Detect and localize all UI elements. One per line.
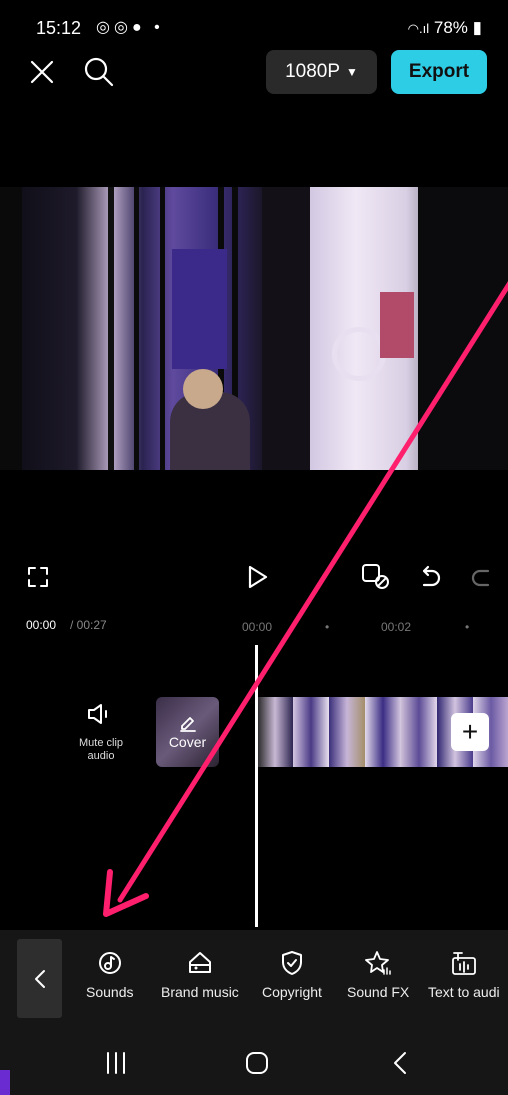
notification-icons: ◎◎● • — [96, 17, 164, 37]
redo-icon[interactable] — [468, 565, 494, 589]
total-time: / 00:27 — [70, 618, 107, 632]
play-icon[interactable] — [246, 564, 270, 590]
fullscreen-icon[interactable] — [27, 566, 49, 588]
corner-accent — [0, 1070, 10, 1095]
tool-sound-fx[interactable]: Sound FX — [347, 950, 409, 1000]
instagram-icon: ◎ — [113, 19, 132, 36]
cover-button[interactable]: Cover — [156, 697, 219, 767]
status-dot: • — [154, 19, 164, 36]
tool-brand-music[interactable]: Brand music — [161, 950, 239, 1000]
timeline-tick: 00:02 — [381, 620, 412, 634]
tool-text-to-audio[interactable]: Text to audi — [428, 950, 500, 1000]
close-icon[interactable] — [28, 58, 56, 86]
sound-fx-icon — [365, 951, 391, 975]
timeline-tick: 00:00 — [242, 620, 273, 634]
wifi-icon: ◠.ıl — [407, 21, 430, 36]
home-icon[interactable] — [244, 1050, 270, 1076]
facebook-icon: ● — [131, 19, 146, 36]
current-time: 00:00 — [26, 618, 57, 632]
nav-back-icon[interactable] — [390, 1050, 410, 1076]
battery-icon: ▮ — [472, 18, 482, 37]
export-button[interactable]: Export — [391, 50, 487, 94]
chevron-left-icon — [34, 969, 45, 988]
playhead[interactable] — [255, 645, 258, 927]
timeline[interactable] — [0, 612, 508, 930]
brand-music-icon — [188, 952, 211, 973]
timeline-tick: • — [465, 620, 470, 634]
tool-label: Copyright — [262, 984, 322, 1000]
instagram-icon: ◎ — [96, 19, 114, 36]
battery-percent: 78% — [433, 18, 468, 37]
speaker-icon[interactable] — [86, 702, 114, 728]
text-to-audio-icon — [451, 952, 476, 975]
video-preview[interactable] — [0, 187, 508, 470]
timeline-tick: • — [325, 620, 330, 634]
recent-apps-icon[interactable] — [104, 1050, 128, 1076]
sounds-icon — [98, 952, 121, 974]
tool-sounds[interactable]: Sounds — [86, 950, 133, 1000]
battery-status: ◠.ıl 78% ▮ — [408, 18, 482, 38]
copyright-shield-icon — [281, 951, 302, 975]
cover-label: Cover — [168, 734, 207, 750]
status-time: 15:12 — [36, 18, 82, 38]
tool-label: Brand music — [161, 984, 239, 1000]
back-button[interactable] — [17, 939, 62, 1018]
edit-pencil-icon — [179, 717, 196, 732]
undo-icon[interactable] — [418, 565, 444, 589]
caret-down-icon: ▼ — [346, 65, 358, 79]
mute-clip-audio-label[interactable]: Mute clip audio — [66, 737, 136, 763]
tool-label: Text to audi — [428, 984, 500, 1000]
tool-label: Sounds — [86, 984, 134, 1000]
add-clip-button[interactable]: + — [451, 713, 489, 751]
tool-copyright[interactable]: Copyright — [262, 950, 322, 1000]
search-icon[interactable] — [83, 56, 115, 88]
tool-label: Sound FX — [347, 984, 410, 1000]
resolution-dropdown[interactable]: 1080P ▼ — [266, 50, 377, 94]
resolution-value: 1080P — [285, 61, 341, 82]
keyframe-icon[interactable] — [360, 562, 394, 592]
